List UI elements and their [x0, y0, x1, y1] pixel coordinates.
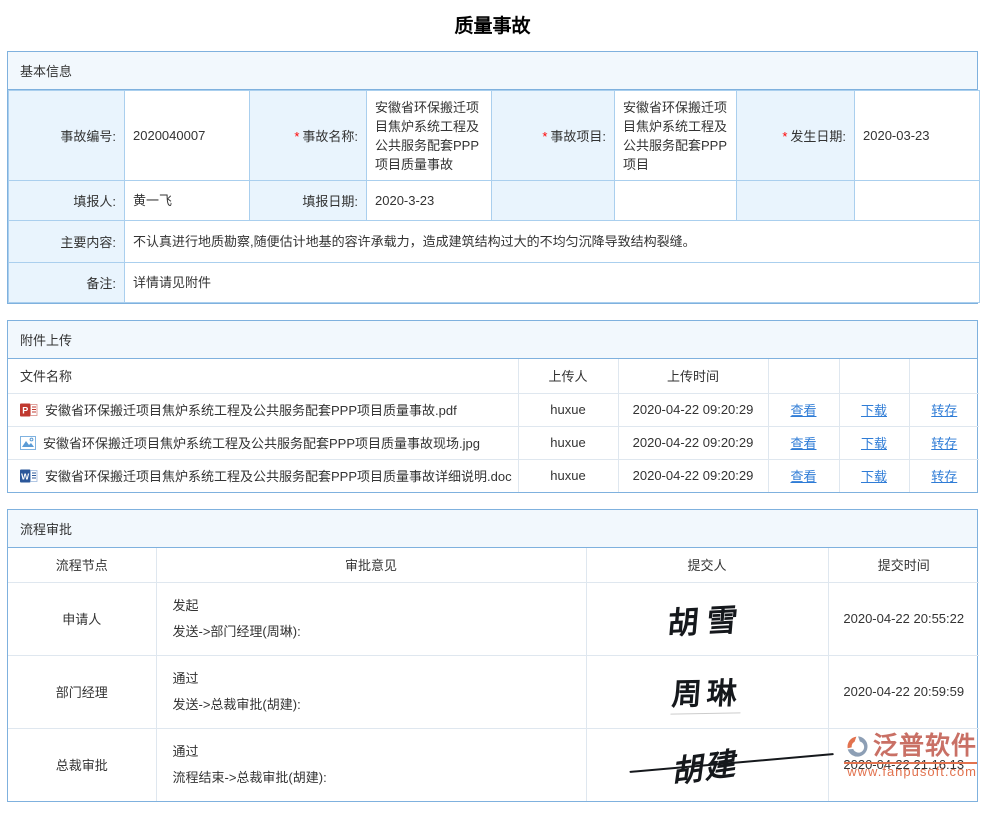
pdf-file-icon: P — [20, 402, 38, 418]
approval-node: 部门经理 — [8, 655, 156, 728]
file-uploader: huxue — [518, 393, 618, 426]
svg-text:W: W — [21, 471, 30, 481]
main-content-value: 不认真进行地质勘察,随便估计地基的容许承载力，造成建筑结构过大的不均匀沉降导致结… — [125, 221, 980, 263]
col-header-upload-time: 上传时间 — [618, 359, 768, 393]
reporter-label: 填报人: — [9, 181, 125, 221]
file-upload-time: 2020-04-22 09:20:29 — [618, 459, 768, 492]
remark-value: 详情请见附件 — [125, 263, 980, 303]
remark-label: 备注: — [9, 263, 125, 303]
approval-opinion: 通过 发送->总裁审批(胡建): — [156, 655, 586, 728]
approval-section-title: 流程审批 — [8, 510, 977, 548]
accident-no-value: 2020040007 — [125, 91, 250, 181]
approval-signature: 胡建 — [586, 728, 828, 801]
transfer-link[interactable]: 转存 — [931, 436, 957, 451]
col-header-view — [768, 359, 839, 393]
approval-row: 申请人 发起 发送->部门经理(周琳): 胡雪 2020-04-22 20:55… — [8, 582, 979, 655]
image-file-icon — [20, 435, 36, 451]
view-link[interactable]: 查看 — [790, 403, 816, 418]
signature-image: 胡雪 — [666, 594, 748, 643]
attachments-section-title: 附件上传 — [8, 321, 977, 359]
approval-node: 申请人 — [8, 582, 156, 655]
file-uploader: huxue — [518, 459, 618, 492]
col-header-file-name: 文件名称 — [8, 359, 518, 393]
basic-info-panel: 基本信息 事故编号: 2020040007 *事故名称: 安徽省环保搬迁项目焦炉… — [7, 51, 978, 304]
col-header-submitter: 提交人 — [586, 548, 828, 582]
file-name: 安徽省环保搬迁项目焦炉系统工程及公共服务配套PPP项目质量事故详细说明.docx — [45, 466, 512, 485]
report-date-label: 填报日期: — [250, 181, 367, 221]
word-file-icon: W — [20, 468, 38, 484]
attachments-panel: 附件上传 文件名称 上传人 上传时间 P 安徽省环保搬迁项目焦炉系统工程及公共服… — [7, 320, 978, 493]
col-header-opinion: 审批意见 — [156, 548, 586, 582]
fanpu-logo-icon — [844, 733, 871, 760]
download-link[interactable]: 下载 — [861, 436, 887, 451]
basic-info-section-title: 基本信息 — [8, 52, 977, 90]
download-link[interactable]: 下载 — [861, 469, 887, 484]
download-link[interactable]: 下载 — [861, 403, 887, 418]
approval-opinion: 通过 流程结束->总裁审批(胡建): — [156, 728, 586, 801]
svg-text:P: P — [22, 405, 28, 415]
report-date-value: 2020-3-23 — [367, 181, 492, 221]
file-upload-time: 2020-04-22 09:20:29 — [618, 426, 768, 459]
approval-panel: 流程审批 流程节点 审批意见 提交人 提交时间 申请人 发起 发送->部门经理(… — [7, 509, 978, 802]
col-header-transfer — [909, 359, 979, 393]
accident-project-value: 安徽省环保搬迁项目焦炉系统工程及公共服务配套PPP项目 — [615, 91, 737, 181]
view-link[interactable]: 查看 — [790, 469, 816, 484]
empty-label-cell — [737, 181, 855, 221]
view-link[interactable]: 查看 — [790, 436, 816, 451]
file-upload-time: 2020-04-22 09:20:29 — [618, 393, 768, 426]
vendor-url-text: www.fanpusoft.com — [844, 762, 977, 778]
attachment-row: W 安徽省环保搬迁项目焦炉系统工程及公共服务配套PPP项目质量事故详细说明.do… — [8, 459, 979, 492]
basic-info-table: 事故编号: 2020040007 *事故名称: 安徽省环保搬迁项目焦炉系统工程及… — [8, 90, 980, 303]
approval-submit-time: 2020-04-22 20:55:22 — [828, 582, 979, 655]
attachment-row: 安徽省环保搬迁项目焦炉系统工程及公共服务配套PPP项目质量事故现场.jpg hu… — [8, 426, 979, 459]
occur-date-value: 2020-03-23 — [855, 91, 980, 181]
page-title: 质量事故 — [0, 0, 985, 51]
required-asterisk: * — [782, 129, 787, 144]
accident-project-label: *事故项目: — [492, 91, 615, 181]
file-uploader: huxue — [518, 426, 618, 459]
empty-value-cell — [855, 181, 980, 221]
occur-date-label: *发生日期: — [737, 91, 855, 181]
approval-opinion: 发起 发送->部门经理(周琳): — [156, 582, 586, 655]
col-header-uploader: 上传人 — [518, 359, 618, 393]
attachments-table: 文件名称 上传人 上传时间 P 安徽省环保搬迁项目焦炉系统工程及公共服务配套PP… — [8, 359, 979, 492]
approval-row: 总裁审批 通过 流程结束->总裁审批(胡建): 胡建 2020-04-22 21… — [8, 728, 979, 801]
file-name: 安徽省环保搬迁项目焦炉系统工程及公共服务配套PPP项目质量事故现场.jpg — [43, 433, 480, 452]
approval-table: 流程节点 审批意见 提交人 提交时间 申请人 发起 发送->部门经理(周琳): … — [8, 548, 979, 801]
accident-no-label: 事故编号: — [9, 91, 125, 181]
required-asterisk: * — [294, 129, 299, 144]
file-name: 安徽省环保搬迁项目焦炉系统工程及公共服务配套PPP项目质量事故.pdf — [45, 400, 457, 419]
col-header-node: 流程节点 — [8, 548, 156, 582]
vendor-brand-text: 泛普软件 — [873, 734, 977, 759]
reporter-value: 黄一飞 — [125, 181, 250, 221]
col-header-download — [839, 359, 909, 393]
accident-name-value: 安徽省环保搬迁项目焦炉系统工程及公共服务配套PPP项目质量事故 — [367, 91, 492, 181]
empty-value-cell — [615, 181, 737, 221]
accident-name-label: *事故名称: — [250, 91, 367, 181]
approval-signature: 胡雪 — [586, 582, 828, 655]
approval-submit-time: 2020-04-22 20:59:59 — [828, 655, 979, 728]
vendor-watermark: 泛普软件 www.fanpusoft.com — [844, 733, 977, 778]
transfer-link[interactable]: 转存 — [931, 469, 957, 484]
main-content-label: 主要内容: — [9, 221, 125, 263]
approval-signature: 周琳 — [586, 655, 828, 728]
attachment-row: P 安徽省环保搬迁项目焦炉系统工程及公共服务配套PPP项目质量事故.pdf hu… — [8, 393, 979, 426]
approval-node: 总裁审批 — [8, 728, 156, 801]
required-asterisk: * — [542, 129, 547, 144]
col-header-submit-time: 提交时间 — [828, 548, 979, 582]
empty-label-cell — [492, 181, 615, 221]
approval-row: 部门经理 通过 发送->总裁审批(胡建): 周琳 2020-04-22 20:5… — [8, 655, 979, 728]
transfer-link[interactable]: 转存 — [931, 403, 957, 418]
signature-image: 周琳 — [670, 668, 743, 714]
